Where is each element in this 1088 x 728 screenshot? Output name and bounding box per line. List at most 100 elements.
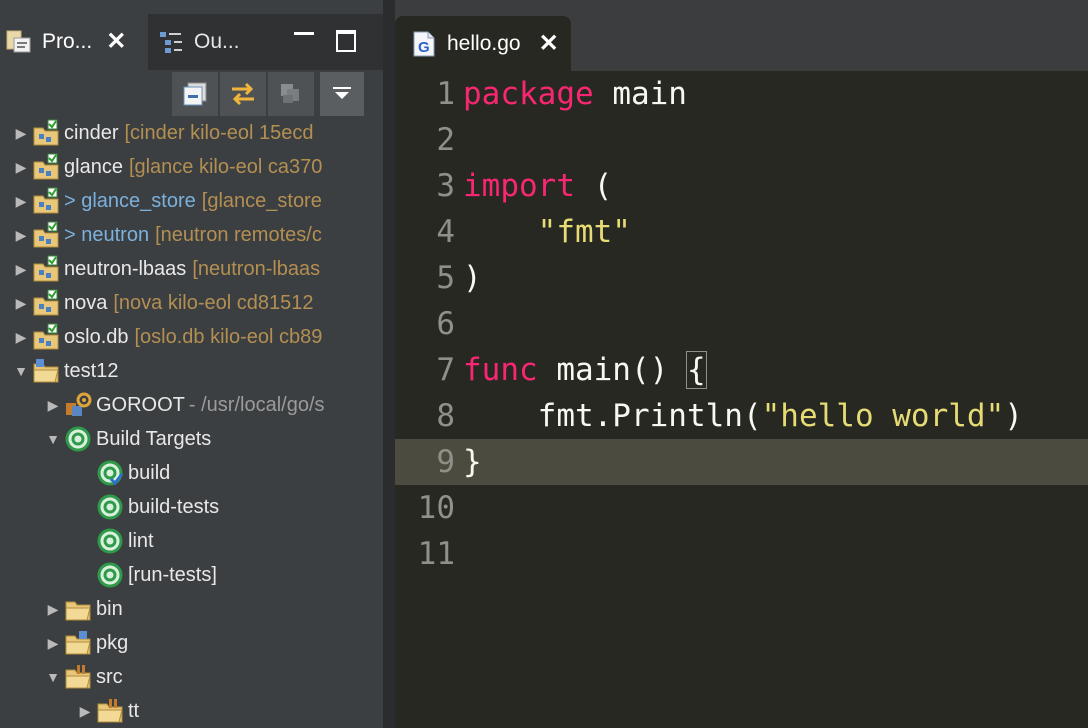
keyword: import xyxy=(463,168,575,204)
tab-project-explorer[interactable]: Pro... ✕ xyxy=(0,14,148,70)
tree-item-goroot[interactable]: ▶ GOROOT - /usr/local/go/s xyxy=(0,388,383,422)
expand-arrow-icon[interactable]: ▶ xyxy=(12,150,30,184)
code-line: 8 fmt.Println("hello world") xyxy=(395,393,1088,439)
expand-arrow-icon[interactable]: ▶ xyxy=(44,388,62,422)
tree-item-tt[interactable]: ▶ tt xyxy=(0,694,383,728)
tree-item-lint[interactable]: lint xyxy=(0,524,383,558)
tree-item-cinder[interactable]: ▶ cinder [cinder kilo-eol 15ecd xyxy=(0,116,383,150)
git-decoration: [glance kilo-eol ca370 xyxy=(128,155,323,178)
tree-item-nova[interactable]: ▶ nova [nova kilo-eol cd81512 xyxy=(0,286,383,320)
tree-item-bin[interactable]: ▶ bin xyxy=(0,592,383,626)
string-literal: "fmt" xyxy=(537,214,631,250)
tree-item-neutron[interactable]: ▶ > neutron [neutron remotes/c xyxy=(0,218,383,252)
line-number: 7 xyxy=(436,352,455,388)
code-text: func main() { xyxy=(463,351,707,389)
maximize-icon[interactable] xyxy=(334,28,358,52)
tree-item-label: nova xyxy=(64,291,108,314)
tree-item-label: test12 xyxy=(64,359,119,382)
code-line: 7 func main() { xyxy=(395,347,1088,393)
git-decoration: [cinder kilo-eol 15ecd xyxy=(124,121,314,144)
tree-item-label: GOROOT xyxy=(96,393,185,416)
punctuation: ) xyxy=(463,260,482,296)
tab-label: hello.go xyxy=(447,31,521,55)
tab-outline[interactable]: Ou... xyxy=(152,14,272,70)
expand-arrow-icon[interactable]: ▶ xyxy=(44,592,62,626)
tab-label: Ou... xyxy=(194,30,240,53)
git-decoration: [glance_store xyxy=(201,189,322,212)
tree-item-build[interactable]: build xyxy=(0,456,383,490)
git-project-icon xyxy=(30,321,62,353)
code-area[interactable]: 1 package main 2 3 import ( 4 "fmt" 5 ) … xyxy=(395,71,1088,577)
view-tab-bar: Pro... ✕ Ou... xyxy=(0,14,383,70)
tree-item-label: Build Targets xyxy=(96,427,212,450)
line-number: 4 xyxy=(436,214,455,250)
collapse-arrow-icon[interactable]: ▼ xyxy=(12,354,30,388)
code-line: 1 package main xyxy=(395,71,1088,117)
code-line: 2 xyxy=(395,117,1088,163)
expand-arrow-icon[interactable]: ▶ xyxy=(12,286,30,320)
tree-item-label: > neutron xyxy=(64,223,150,246)
git-decoration: [neutron-lbaas xyxy=(192,257,321,280)
tree-item-build-targets[interactable]: ▼ Build Targets xyxy=(0,422,383,456)
tree-item-label: build-tests xyxy=(128,495,220,518)
tree-item-run-tests[interactable]: [run-tests] xyxy=(0,558,383,592)
tree-item-test12[interactable]: ▼ test12 xyxy=(0,354,383,388)
identifier: main() xyxy=(537,352,687,388)
close-icon[interactable]: ✕ xyxy=(106,30,126,54)
git-project-icon xyxy=(30,219,62,251)
expand-arrow-icon[interactable]: ▶ xyxy=(12,184,30,218)
link-editor-icon[interactable] xyxy=(220,72,266,116)
tab-hello-go[interactable]: G hello.go ✕ xyxy=(395,16,571,71)
project-explorer-icon xyxy=(4,27,34,57)
tree-item-pkg[interactable]: ▶ pkg xyxy=(0,626,383,660)
editor-tab-bar: G hello.go ✕ xyxy=(395,0,1088,71)
git-project-icon xyxy=(30,253,62,285)
git-project-icon xyxy=(30,151,62,183)
tree-item-label: oslo.db xyxy=(64,325,129,348)
expand-arrow-icon[interactable]: ▶ xyxy=(12,320,30,354)
panel-splitter[interactable] xyxy=(383,0,395,728)
tree-item-label: pkg xyxy=(96,631,129,654)
line-number: 11 xyxy=(417,536,455,572)
code-line: 4 "fmt" xyxy=(395,209,1088,255)
library-icon xyxy=(62,389,94,421)
line-number: 10 xyxy=(417,490,455,526)
matching-bracket: { xyxy=(685,351,707,389)
tree-item-neutron-lbaas[interactable]: ▶ neutron-lbaas [neutron-lbaas xyxy=(0,252,383,286)
expand-arrow-icon[interactable]: ▶ xyxy=(12,252,30,286)
view-toolbar xyxy=(172,72,366,116)
tree-item-src[interactable]: ▼ src xyxy=(0,660,383,694)
expand-arrow-icon[interactable]: ▶ xyxy=(12,116,30,150)
view-menu-icon[interactable] xyxy=(320,72,364,116)
expand-arrow-icon[interactable]: ▶ xyxy=(76,694,94,728)
build-target-icon xyxy=(94,559,126,591)
tree-item-label: cinder xyxy=(64,121,119,144)
code-line: 10 xyxy=(395,485,1088,531)
tree-item-label: src xyxy=(96,665,123,688)
expand-arrow-icon[interactable]: ▶ xyxy=(44,626,62,660)
tree-item-build-tests[interactable]: build-tests xyxy=(0,490,383,524)
tree-item-label: bin xyxy=(96,597,123,620)
expand-arrow-icon[interactable]: ▶ xyxy=(12,218,30,252)
collapse-all-icon[interactable] xyxy=(172,72,218,116)
git-project-icon xyxy=(30,287,62,319)
build-target-icon xyxy=(94,525,126,557)
tab-label: Pro... xyxy=(42,30,93,53)
git-decoration: [neutron remotes/c xyxy=(155,223,322,246)
tree-item-label: [run-tests] xyxy=(128,563,217,586)
tree-item-oslo-db[interactable]: ▶ oslo.db [oslo.db kilo-eol cb89 xyxy=(0,320,383,354)
tree-item-glance-store[interactable]: ▶ > glance_store [glance_store xyxy=(0,184,383,218)
minimize-icon[interactable] xyxy=(292,28,316,52)
filter-icon[interactable] xyxy=(268,72,314,116)
current-line: 9 } xyxy=(395,439,1088,485)
package-folder-icon xyxy=(62,627,94,659)
tree-item-glance[interactable]: ▶ glance [glance kilo-eol ca370 xyxy=(0,150,383,184)
punctuation: } xyxy=(463,444,482,480)
folder-icon xyxy=(62,593,94,625)
string-literal: "hello world" xyxy=(761,398,1005,434)
close-icon[interactable]: ✕ xyxy=(539,31,559,56)
collapse-arrow-icon[interactable]: ▼ xyxy=(44,660,62,694)
keyword: func xyxy=(463,352,538,388)
collapse-arrow-icon[interactable]: ▼ xyxy=(44,422,62,456)
line-number: 3 xyxy=(436,168,455,204)
